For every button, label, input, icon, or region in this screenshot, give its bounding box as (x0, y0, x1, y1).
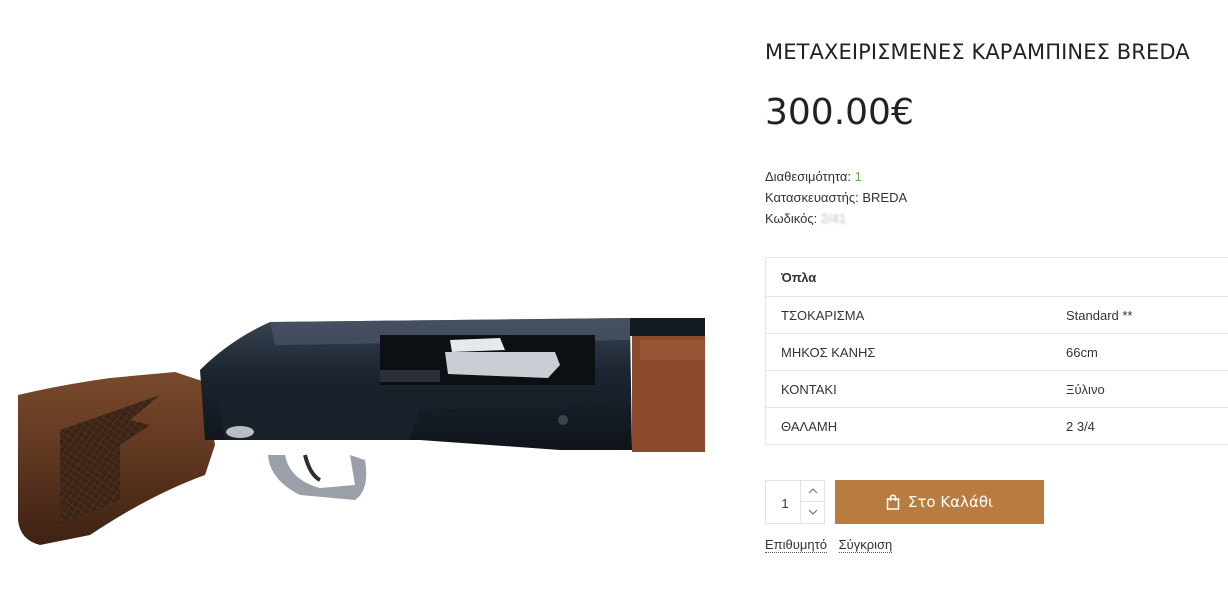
spec-key: ΤΣΟΚΑΡΙΣΜΑ (765, 296, 1051, 334)
manufacturer-row: Κατασκευαστής: BREDA (765, 187, 907, 208)
spec-key: ΜΗΚΟΣ ΚΑΝΗΣ (765, 333, 1051, 371)
specs-table: Όπλα ΤΣΟΚΑΡΙΣΜΑ Standard ** ΜΗΚΟΣ ΚΑΝΗΣ … (765, 257, 1228, 445)
availability-row: Διαθεσιμότητα: 1 (765, 166, 907, 187)
wishlist-link[interactable]: Επιθυμητό (765, 537, 827, 553)
specs-group-header: Όπλα (766, 258, 1228, 297)
quantity-decrease-button[interactable] (800, 502, 825, 522)
table-row: ΘΑΛΑΜΗ 2 3/4 (765, 407, 1228, 445)
quantity-input[interactable] (766, 481, 804, 525)
sku-label: Κωδικός: (765, 211, 818, 226)
manufacturer-link[interactable]: BREDA (862, 190, 907, 205)
shopping-bag-icon (886, 494, 900, 510)
quantity-increase-button[interactable] (800, 481, 825, 502)
availability-label: Διαθεσιμότητα: (765, 169, 852, 184)
product-title: ΜΕΤΑΧΕΙΡΙΣΜΕΝΕΣ ΚΑΡΑΜΠΙΝΕΣ BREDA (765, 40, 1190, 64)
add-to-cart-label: Στο Καλάθι (907, 493, 994, 511)
spec-key: ΘΑΛΑΜΗ (765, 407, 1051, 445)
table-row: ΤΣΟΚΑΡΙΣΜΑ Standard ** (765, 296, 1228, 334)
spec-value: 66cm (1051, 333, 1228, 371)
chevron-down-icon (808, 509, 818, 515)
product-price: 300.00€ (765, 92, 914, 133)
spec-value: 2 3/4 (1051, 407, 1228, 445)
product-actions: Επιθυμητό Σύγκριση (765, 537, 900, 553)
compare-link[interactable]: Σύγκριση (838, 537, 893, 553)
sku-value: 2/41 (820, 211, 847, 226)
product-image[interactable] (0, 0, 720, 595)
table-row: ΚΟΝΤΑΚΙ Ξύλινο (765, 370, 1228, 408)
table-row: ΜΗΚΟΣ ΚΑΝΗΣ 66cm (765, 333, 1228, 371)
product-info: ΜΕΤΑΧΕΙΡΙΣΜΕΝΕΣ ΚΑΡΑΜΠΙΝΕΣ BREDA 300.00€… (765, 0, 1228, 595)
spec-key: ΚΟΝΤΑΚΙ (765, 370, 1051, 408)
sku-row: Κωδικός: 2/41 (765, 208, 907, 229)
spec-value: Ξύλινο (1051, 370, 1228, 408)
availability-value: 1 (854, 169, 862, 184)
spec-value: Standard ** (1051, 296, 1228, 334)
manufacturer-label: Κατασκευαστής: (765, 190, 859, 205)
quantity-stepper (765, 480, 825, 525)
specs-group-title: Όπλα (781, 269, 817, 285)
shotgun-image (18, 318, 705, 545)
product-meta: Διαθεσιμότητα: 1 Κατασκευαστής: BREDA Κω… (765, 166, 907, 229)
add-to-cart-button[interactable]: Στο Καλάθι (835, 480, 1044, 524)
chevron-up-icon (808, 488, 818, 494)
